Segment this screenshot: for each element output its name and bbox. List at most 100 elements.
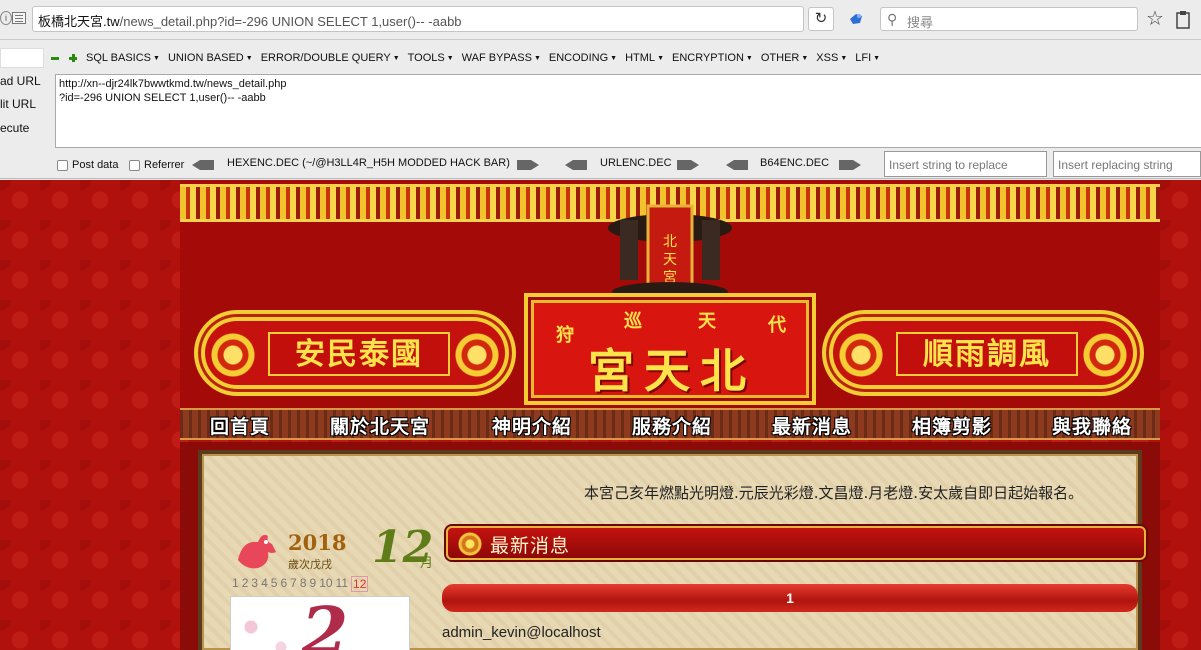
- nav-deities[interactable]: 神明介紹: [492, 412, 572, 439]
- page-icon: [12, 12, 26, 24]
- post-data-checkbox[interactable]: Post data: [57, 159, 118, 171]
- right-arrow-icon[interactable]: [677, 160, 699, 170]
- hexenc-label: HEXENC.DEC (~/@H3LL4R_H5H MODDED HACK BA…: [227, 157, 510, 169]
- bookmark-star-icon[interactable]: ☆: [1146, 6, 1164, 31]
- month-link-current[interactable]: 12: [351, 576, 369, 592]
- calendar-day: 2: [301, 593, 349, 650]
- plaque-small-char: 天: [698, 311, 716, 332]
- search-icon: ⚲: [887, 11, 898, 27]
- menu-error-double-query[interactable]: ERROR/DOUBLE QUERY ▼: [261, 52, 400, 64]
- plaque-small-char: 巡: [624, 311, 642, 332]
- menu-arrow-icon: ▼: [610, 55, 618, 62]
- right-arrow-icon[interactable]: [839, 160, 861, 170]
- right-plaque: 順雨調風: [822, 310, 1144, 396]
- extension-icon[interactable]: [847, 10, 865, 28]
- month-link[interactable]: 7: [290, 576, 297, 592]
- medallion-icon: [1082, 332, 1128, 378]
- replacing-string-input[interactable]: Insert replacing string: [1053, 151, 1201, 177]
- url-host: 板橋北天宮.tw: [38, 14, 120, 29]
- right-arrow-icon[interactable]: [517, 160, 539, 170]
- medallion-icon: [838, 332, 884, 378]
- menu-xss[interactable]: XSS ▼: [816, 52, 847, 64]
- month-link[interactable]: 1: [232, 576, 239, 592]
- menu-sql-basics[interactable]: SQL BASICS ▼: [86, 52, 160, 64]
- calendar-day-box: 2: [230, 596, 410, 650]
- menu-arrow-icon: ▼: [245, 55, 253, 62]
- urlenc-label: URLENC.DEC: [600, 157, 672, 169]
- month-link[interactable]: 4: [261, 576, 268, 592]
- replace-string-input[interactable]: Insert string to replace: [884, 151, 1047, 177]
- menu-arrow-icon: ▼: [392, 55, 400, 62]
- rooster-icon: [238, 534, 276, 569]
- increase-icon[interactable]: [68, 53, 78, 63]
- url-line-1: http://xn--djr24lk7bwwtkmd.tw/news_detai…: [59, 78, 287, 90]
- flower-icon: [458, 532, 482, 556]
- search-placeholder: 搜尋: [907, 15, 934, 30]
- nav-news[interactable]: 最新消息: [772, 412, 852, 439]
- month-link[interactable]: 8: [300, 576, 307, 592]
- svg-text:天: 天: [663, 252, 677, 268]
- news-header: 最新消息: [446, 526, 1146, 560]
- nav-gallery[interactable]: 相簿剪影: [912, 412, 992, 439]
- execute-button[interactable]: ecute: [0, 121, 29, 135]
- calendar-cycle: 歲次戊戌: [288, 559, 332, 571]
- month-link[interactable]: 5: [271, 576, 278, 592]
- plaque-small-char: 代: [768, 315, 786, 336]
- referrer-checkbox[interactable]: Referrer: [129, 159, 184, 171]
- hackbar-options: Post data Referrer HEXENC.DEC (~/@H3LL4R…: [0, 151, 1201, 179]
- load-url-button[interactable]: ad URL: [0, 74, 41, 88]
- nav-contact[interactable]: 與我聯絡: [1052, 412, 1132, 439]
- svg-text:北: 北: [663, 234, 677, 250]
- left-plaque: 安民泰國: [194, 310, 516, 396]
- calendar-year: 2018: [288, 530, 347, 555]
- hackbar-panel: ad URL lit URL ecute SQL BASICS ▼ UNION B…: [0, 40, 1201, 179]
- menu-tools[interactable]: TOOLS ▼: [408, 52, 454, 64]
- nav-about[interactable]: 關於北天宮: [330, 412, 430, 439]
- month-link[interactable]: 11: [336, 576, 348, 592]
- split-url-button[interactable]: lit URL: [0, 97, 36, 111]
- hackbar-blank-field[interactable]: [0, 48, 44, 68]
- url-path: /news_detail.php?id=-296 UNION SELECT 1,…: [119, 14, 462, 29]
- nav-home[interactable]: 回首頁: [210, 412, 270, 439]
- web-page: 北 天 宮 安民泰國 狩 巡 天 代 宮天北 順雨調風 回首頁 關於北天宮 神明…: [0, 180, 1201, 650]
- clipboard-icon[interactable]: [1175, 9, 1191, 29]
- search-box[interactable]: ⚲ 搜尋: [880, 7, 1138, 31]
- medallion-icon: [454, 332, 500, 378]
- nav-services[interactable]: 服務介紹: [632, 412, 712, 439]
- menu-arrow-icon: ▼: [873, 55, 881, 62]
- month-link[interactable]: 10: [319, 576, 332, 592]
- menu-arrow-icon: ▼: [801, 55, 809, 62]
- info-icon[interactable]: i: [0, 11, 12, 25]
- hackbar-url-textarea[interactable]: http://xn--djr24lk7bwwtkmd.tw/news_detai…: [55, 74, 1201, 148]
- menu-lfi[interactable]: LFI ▼: [855, 52, 880, 64]
- center-plaque: 狩 巡 天 代 宮天北: [524, 293, 816, 405]
- left-plaque-text: 安民泰國: [268, 332, 450, 376]
- month-link[interactable]: 3: [251, 576, 258, 592]
- menu-arrow-icon: ▼: [657, 55, 664, 62]
- news-title: 最新消息: [490, 535, 571, 557]
- month-link[interactable]: 2: [242, 576, 249, 592]
- month-link[interactable]: 9: [310, 576, 317, 592]
- menu-encoding[interactable]: ENCODING ▼: [549, 52, 617, 64]
- calendar-month-list: 1 2 3 4 5 6 7 8 9 10 11 12: [232, 576, 371, 592]
- month-link[interactable]: 6: [280, 576, 287, 592]
- menu-other[interactable]: OTHER ▼: [761, 52, 808, 64]
- left-arrow-icon[interactable]: [726, 160, 748, 170]
- content-frame: 本宮己亥年燃點光明燈.元辰光彩燈.文昌燈.月老燈.安太歲自即日起始報名。 201…: [198, 450, 1146, 650]
- menu-encryption[interactable]: ENCRYPTION ▼: [672, 52, 753, 64]
- news-item-title-bar[interactable]: 1: [442, 584, 1138, 612]
- b64enc-label: B64ENC.DEC: [760, 157, 830, 169]
- news-item-body: admin_kevin@localhost: [442, 624, 601, 641]
- menu-union-based[interactable]: UNION BASED ▼: [168, 52, 253, 64]
- site-nav: 回首頁 關於北天宮 神明介紹 服務介紹 最新消息 相簿剪影 與我聯絡: [180, 408, 1160, 440]
- menu-html[interactable]: HTML ▼: [625, 52, 664, 64]
- menu-waf-bypass[interactable]: WAF BYPASS ▼: [462, 52, 541, 64]
- menu-arrow-icon: ▼: [153, 55, 160, 62]
- address-text[interactable]: 板橋北天宮.tw/news_detail.php?id=-296 UNION S…: [38, 11, 462, 30]
- hackbar-menu: SQL BASICS ▼ UNION BASED ▼ ERROR/DOUBLE QU…: [50, 49, 888, 67]
- left-arrow-icon[interactable]: [565, 160, 587, 170]
- left-arrow-icon[interactable]: [192, 160, 214, 170]
- calendar-widget: 2018 歲次戊戌 12 月 1 2 3 4 5 6 7 8 9 10 11 1…: [230, 522, 433, 650]
- reload-button[interactable]: ↻: [808, 7, 834, 31]
- decrease-icon[interactable]: [50, 53, 60, 63]
